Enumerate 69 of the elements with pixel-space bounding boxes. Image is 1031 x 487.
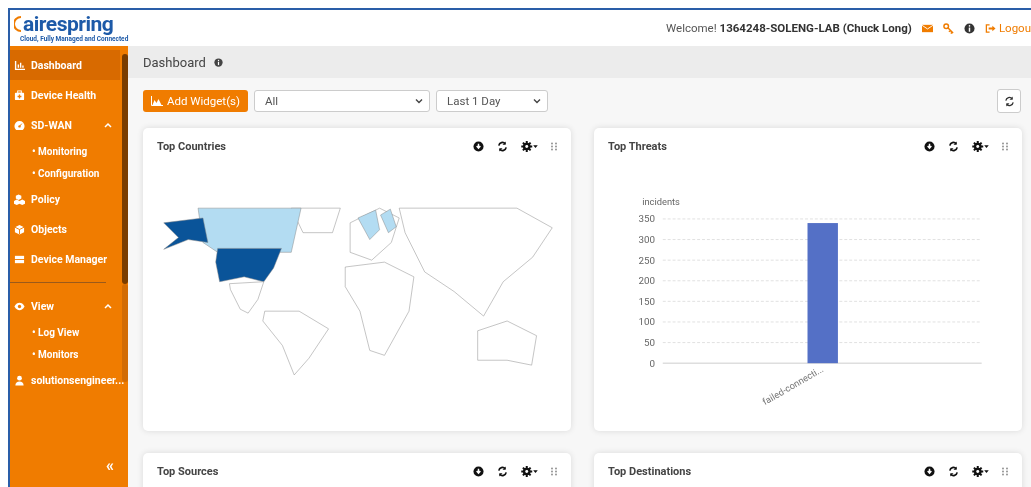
health-icon <box>14 89 25 101</box>
sidebar-item[interactable]: SD-WAN <box>10 110 120 140</box>
download-icon[interactable] <box>924 465 935 477</box>
axis-tick-label: 150 <box>638 295 655 307</box>
cubes-icon <box>14 193 25 205</box>
logout-link[interactable]: Logou <box>984 21 1031 35</box>
page-title: Dashboard <box>143 54 206 70</box>
download-icon[interactable] <box>473 140 484 152</box>
sidebar-item[interactable]: Device Health <box>10 80 120 110</box>
logout-icon <box>984 22 996 34</box>
axis-title: incidents <box>642 196 680 208</box>
drag-handle-icon[interactable] <box>1002 465 1008 477</box>
chevron-down-icon <box>415 98 423 104</box>
axis-tick-label: 350 <box>638 213 655 225</box>
eye-icon <box>14 300 25 312</box>
collapse-button[interactable]: « <box>106 456 114 475</box>
sidebar-item[interactable]: Device Manager <box>10 244 120 274</box>
filter-dropdown[interactable]: All <box>254 90 430 112</box>
refresh-icon[interactable] <box>497 140 508 152</box>
sidebar-subitem[interactable]: • Monitoring <box>10 140 88 162</box>
axis-tick-label: 0 <box>649 357 655 369</box>
refresh-button[interactable] <box>997 89 1021 113</box>
info-icon[interactable] <box>963 22 975 34</box>
widget-title: Top Countries <box>157 139 226 153</box>
sidebar-item[interactable]: Objects <box>10 214 120 244</box>
welcome-text: Welcome! <box>666 21 717 35</box>
sidebar-item[interactable]: Dashboard <box>10 50 120 80</box>
account-name: 1364248-SOLENG-LAB (Chuck Long) <box>719 21 912 35</box>
chart-icon <box>14 59 25 71</box>
axis-tick-label: 250 <box>638 254 655 266</box>
logo-arc-icon <box>14 16 22 32</box>
sidebar-subitem[interactable]: • Configuration <box>10 162 100 184</box>
refresh-icon <box>1003 95 1015 107</box>
settings-icon[interactable] <box>521 140 538 152</box>
refresh-icon[interactable] <box>497 465 508 477</box>
download-icon[interactable] <box>473 465 484 477</box>
widget-title: Top Threats <box>608 139 667 153</box>
mail-icon[interactable] <box>921 22 933 34</box>
gauge-icon <box>14 119 25 131</box>
sidebar-item[interactable]: Policy <box>10 184 120 214</box>
drag-handle-icon[interactable] <box>551 140 557 152</box>
settings-icon[interactable] <box>972 465 989 477</box>
info-icon[interactable] <box>213 57 223 67</box>
widget-title: Top Sources <box>157 464 219 478</box>
widget-title: Top Destinations <box>608 464 692 478</box>
download-icon[interactable] <box>924 140 935 152</box>
cube-icon <box>14 223 25 235</box>
axis-tick-label: 100 <box>638 316 655 328</box>
area-chart-icon <box>151 96 163 106</box>
scrollbar-thumb[interactable] <box>122 54 128 284</box>
server-icon <box>14 253 25 265</box>
axis-tick-label: 300 <box>638 234 655 245</box>
drag-handle-icon[interactable] <box>1002 140 1008 152</box>
settings-icon[interactable] <box>972 140 989 152</box>
logo-wordmark: airespring <box>23 13 114 35</box>
sidebar-subitem[interactable]: • Log View <box>10 321 80 343</box>
drag-handle-icon[interactable] <box>551 465 557 477</box>
sidebar-subitem[interactable]: • Monitors <box>10 343 79 365</box>
user-icon <box>14 374 25 386</box>
refresh-icon[interactable] <box>948 465 959 477</box>
sidebar-item[interactable]: View <box>10 291 120 321</box>
settings-icon[interactable] <box>521 465 538 477</box>
axis-tick-label: 50 <box>643 337 655 348</box>
chevron-down-icon <box>533 98 541 104</box>
axis-tick-label: 200 <box>638 275 655 287</box>
refresh-icon[interactable] <box>948 140 959 152</box>
key-icon[interactable] <box>942 22 954 34</box>
add-widget-button[interactable]: Add Widget(s) <box>143 90 248 112</box>
time-range-dropdown[interactable]: Last 1 Day <box>436 90 548 112</box>
